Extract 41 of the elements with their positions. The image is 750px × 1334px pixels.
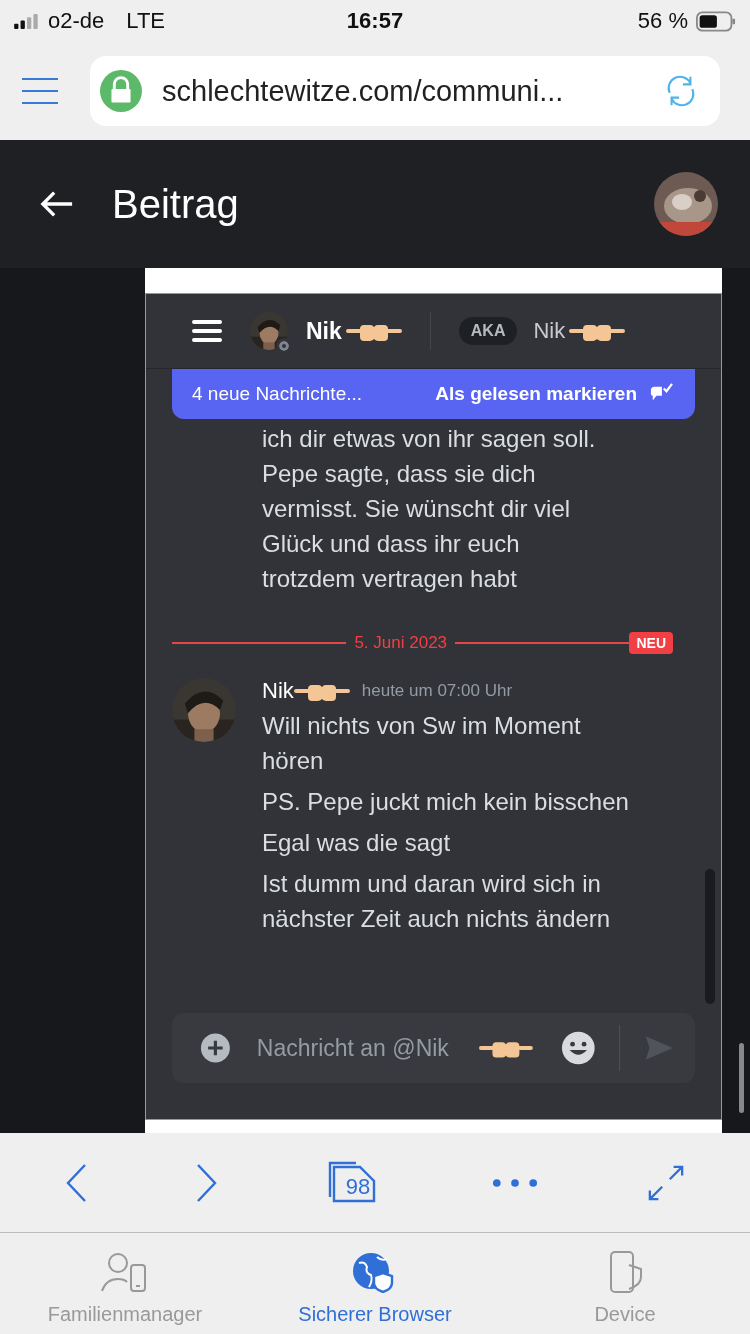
clock-time: 16:57 bbox=[346, 8, 404, 34]
person-phone-icon bbox=[101, 1251, 149, 1293]
message-text: Egal was die sagt bbox=[262, 828, 452, 858]
message-text: PS. Pepe juckt mich kein bisschen bbox=[262, 787, 630, 817]
carrier-name: o2-de bbox=[48, 8, 105, 34]
battery-icon bbox=[696, 10, 736, 32]
aka-badge: AKA bbox=[458, 317, 518, 345]
battery-percent: 56 % bbox=[637, 8, 688, 34]
scrollbar-thumb[interactable] bbox=[739, 1043, 744, 1113]
lock-icon bbox=[100, 70, 142, 112]
message-text: Ist dumm und daran wird sich in nächster Zeit auch nichts ändern bbox=[262, 869, 612, 934]
page-title: Beitrag bbox=[112, 181, 240, 227]
back-arrow-icon[interactable] bbox=[40, 189, 74, 219]
more-icon[interactable] bbox=[491, 1177, 538, 1188]
plus-icon[interactable] bbox=[200, 1032, 231, 1064]
menu-icon[interactable] bbox=[22, 78, 58, 104]
smiley-icon[interactable] bbox=[560, 1030, 596, 1066]
tab[interactable]: Familienmanager bbox=[10, 1251, 240, 1334]
message-text: Will nichts von Sw im Moment hören bbox=[262, 711, 582, 776]
new-messages-banner[interactable]: 4 neue Nachrichte... Als gelesen markieren bbox=[172, 369, 695, 419]
tab[interactable]: Sicherer Browser bbox=[260, 1251, 490, 1334]
scrollbar-thumb[interactable] bbox=[705, 869, 715, 1004]
user-alias: Nik bbox=[533, 318, 566, 344]
address-field[interactable]: schlechtewitze.com/communi... bbox=[90, 56, 720, 126]
menu-icon bbox=[192, 319, 222, 343]
new-messages-count: 4 neue Nachrichte... bbox=[192, 383, 363, 405]
back-chevron-icon[interactable] bbox=[64, 1162, 87, 1203]
signal-icon bbox=[14, 13, 40, 29]
expand-icon[interactable] bbox=[647, 1163, 686, 1202]
message-timestamp: heute um 07:00 Uhr bbox=[361, 681, 513, 701]
new-badge: NEU bbox=[629, 632, 673, 654]
message-text: ich dir etwas von ihr sagen soll. Pepe sagte, dass sie dich vermisst. Sie wünscht dir viel Glück und dass ihr euch trotzdem vertragen habt bbox=[262, 424, 597, 594]
author-name: Nik bbox=[262, 678, 294, 704]
date-divider-label: 5. Juni 2023 bbox=[354, 633, 448, 653]
user-name: Nik bbox=[306, 317, 342, 345]
tab[interactable]: Device bbox=[510, 1251, 740, 1334]
message-field[interactable]: Nachricht an @Nik bbox=[256, 1034, 467, 1062]
network-type: LTE bbox=[126, 8, 165, 34]
forward-chevron-icon[interactable] bbox=[196, 1162, 219, 1203]
tabs-button[interactable]: 98 bbox=[328, 1160, 382, 1205]
mark-read-link[interactable]: Als gelesen markieren bbox=[435, 383, 637, 405]
